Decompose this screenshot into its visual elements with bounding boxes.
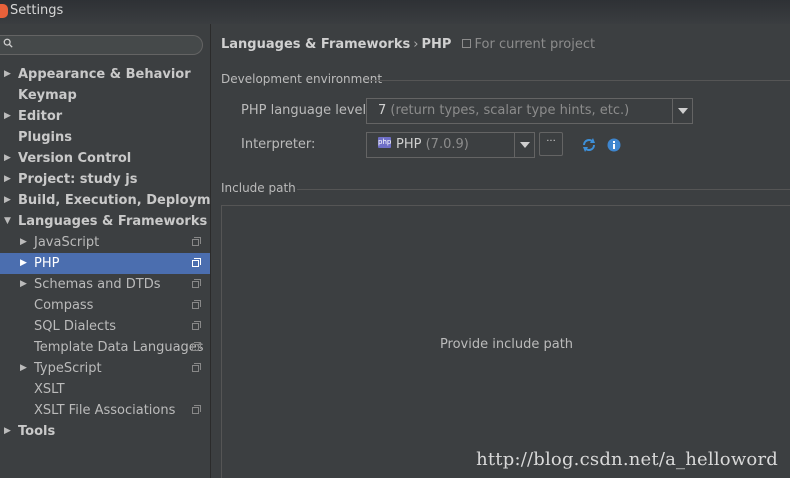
settings-search-input[interactable] <box>0 35 203 55</box>
tree-item-label: TypeScript <box>34 361 102 376</box>
section-divider <box>297 189 790 190</box>
refresh-icon[interactable] <box>581 137 597 153</box>
collapsed-arrow-icon[interactable]: ▶ <box>4 148 11 169</box>
tree-item-label: JavaScript <box>34 235 100 250</box>
tree-item-label: SQL Dialects <box>34 319 117 334</box>
expanded-arrow-icon[interactable]: ▼ <box>4 211 11 232</box>
collapsed-arrow-icon[interactable]: ▶ <box>4 421 11 442</box>
project-scope-icon <box>192 321 201 330</box>
collapsed-arrow-icon[interactable]: ▶ <box>20 232 27 253</box>
tree-item-label: XSLT File Associations <box>34 403 176 418</box>
include-path-empty-text: Provide include path <box>439 337 574 352</box>
language-level-value: 7 (return types, scalar type hints, etc.… <box>378 103 630 118</box>
tree-item[interactable]: ▶ Version Control <box>0 148 210 169</box>
collapsed-arrow-icon[interactable]: ▶ <box>4 106 11 127</box>
tree-item-label: Keymap <box>18 88 77 103</box>
section-divider <box>368 80 790 81</box>
settings-tree: ▶ Appearance & Behavior Keymap ▶ Editor Plugi… <box>0 64 235 442</box>
tree-item[interactable]: ▶ PHP <box>0 253 210 274</box>
tree-item[interactable]: ▶ TypeScript <box>0 358 210 379</box>
project-scope-icon <box>192 363 201 372</box>
tree-item[interactable]: ▶ JavaScript <box>0 232 210 253</box>
app-icon <box>0 4 8 18</box>
php-language-level-select[interactable]: 7 (return types, scalar type hints, etc.… <box>366 98 693 124</box>
collapsed-arrow-icon[interactable]: ▶ <box>20 358 27 379</box>
section-include-path: Include path <box>221 181 790 195</box>
search-icon <box>3 38 13 48</box>
breadcrumb-current: PHP <box>421 37 452 52</box>
tree-item-label: Project: study js <box>18 172 138 187</box>
tree-item[interactable]: ▼ Languages & Frameworks <box>0 211 210 232</box>
tree-item-label: Plugins <box>18 130 72 145</box>
tree-item[interactable]: Template Data Languages <box>0 337 210 358</box>
project-scope-icon <box>192 405 201 414</box>
collapsed-arrow-icon[interactable]: ▶ <box>20 274 27 295</box>
tree-item-label: Schemas and DTDs <box>34 277 161 292</box>
project-scope-icon <box>192 258 201 267</box>
include-path-list[interactable]: Provide include path <box>221 205 790 478</box>
interpreter-select[interactable]: php PHP (7.0.9) <box>366 132 535 158</box>
tree-item[interactable]: Compass <box>0 295 210 316</box>
tree-item-label: Languages & Frameworks <box>18 214 208 229</box>
section-development-environment: Development environment <box>221 72 790 86</box>
settings-sidebar: ▶ Appearance & Behavior Keymap ▶ Editor Plugi… <box>0 24 235 478</box>
browse-interpreters-button[interactable]: ··· <box>539 132 563 156</box>
php-language-level-label: PHP language level: <box>241 103 371 118</box>
tree-item-label: Appearance & Behavior <box>18 67 191 82</box>
tree-item-label: Editor <box>18 109 63 124</box>
tree-item-label: Version Control <box>18 151 132 166</box>
tree-item[interactable]: ▶ Editor <box>0 106 210 127</box>
php-icon: php <box>378 137 392 148</box>
tree-item[interactable]: XSLT File Associations <box>0 400 210 421</box>
info-icon[interactable] <box>607 138 621 152</box>
section-title: Development environment <box>221 72 383 86</box>
tree-item[interactable]: ▶ Appearance & Behavior <box>0 64 210 85</box>
collapsed-arrow-icon[interactable]: ▶ <box>4 169 11 190</box>
tree-item[interactable]: SQL Dialects <box>0 316 210 337</box>
tree-item-label: Build, Execution, Deployment <box>18 193 235 208</box>
tree-item[interactable]: ▶ Tools <box>0 421 210 442</box>
window-title: Settings <box>10 3 64 18</box>
tree-item[interactable]: XSLT <box>0 379 210 400</box>
tree-item[interactable]: Plugins <box>0 127 210 148</box>
tree-item-label: Template Data Languages <box>34 340 204 355</box>
project-scope-icon <box>192 279 201 288</box>
settings-content: Languages & Frameworks › PHP For current p… <box>211 24 790 478</box>
breadcrumb: Languages & Frameworks › PHP For current p… <box>221 37 595 52</box>
interpreter-value: php PHP (7.0.9) <box>378 137 469 152</box>
breadcrumb-parent: Languages & Frameworks <box>221 37 411 52</box>
chevron-down-icon[interactable] <box>672 99 692 123</box>
collapsed-arrow-icon[interactable]: ▶ <box>20 253 27 274</box>
tree-item[interactable]: ▶ Project: study js <box>0 169 210 190</box>
tree-item[interactable]: ▶ Build, Execution, Deployment <box>0 190 235 211</box>
section-title: Include path <box>221 181 296 195</box>
collapsed-arrow-icon[interactable]: ▶ <box>4 64 11 85</box>
tree-item-label: PHP <box>34 256 60 271</box>
scope-label: For current project <box>474 37 596 52</box>
tree-item-label: Compass <box>34 298 94 313</box>
tree-item[interactable]: ▶ Schemas and DTDs <box>0 274 210 295</box>
watermark: http://blog.csdn.net/a_helloword <box>476 449 778 470</box>
breadcrumb-separator: › <box>413 37 419 52</box>
interpreter-label: Interpreter: <box>241 137 316 152</box>
project-scope-icon <box>192 300 201 309</box>
tree-item-label: XSLT <box>34 382 65 397</box>
project-scope-icon <box>461 39 471 48</box>
title-bar: Settings <box>0 0 790 25</box>
project-scope-icon <box>192 342 201 351</box>
tree-item[interactable]: Keymap <box>0 85 210 106</box>
project-scope-icon <box>192 237 201 246</box>
scope-hint: For current project <box>461 37 596 52</box>
chevron-down-icon[interactable] <box>514 133 534 157</box>
tree-item-label: Tools <box>18 424 56 439</box>
collapsed-arrow-icon[interactable]: ▶ <box>4 190 11 211</box>
